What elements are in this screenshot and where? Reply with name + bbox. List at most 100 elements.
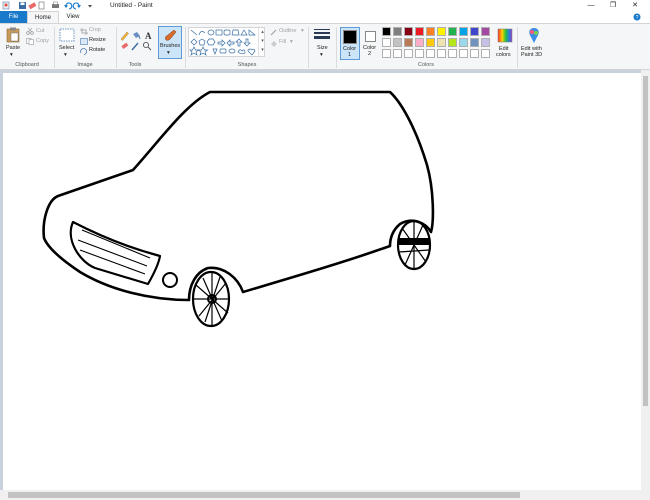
select-icon[interactable] [59, 28, 75, 42]
brushes-button[interactable]: Brushes ▾ [158, 26, 182, 59]
new-icon[interactable] [38, 1, 45, 10]
size-dropdown-icon[interactable]: ▾ [320, 52, 323, 59]
horizontal-scroll-thumb[interactable] [8, 492, 520, 498]
crop-button[interactable]: Crop [89, 27, 101, 34]
palette-swatch[interactable] [459, 38, 468, 47]
shapes-gallery[interactable]: ▴ ▾ ▾ [188, 27, 265, 57]
palette-swatch[interactable] [393, 49, 402, 58]
select-dropdown-icon[interactable]: ▾ [64, 52, 67, 59]
svg-text:?: ? [636, 15, 639, 21]
help-icon[interactable]: ? [632, 13, 642, 21]
resize-icon [80, 38, 88, 45]
paint-app-icon [2, 1, 10, 10]
palette-swatch[interactable] [426, 38, 435, 47]
color1-button[interactable]: Color 1 [340, 27, 360, 60]
palette-swatch[interactable] [437, 27, 446, 36]
size-icon[interactable] [313, 28, 331, 42]
rotate-button[interactable]: Rotate [89, 47, 105, 54]
cut-button[interactable]: Cut [36, 28, 45, 35]
paint3d-icon[interactable] [527, 27, 541, 44]
palette-swatch[interactable] [437, 49, 446, 58]
color1-number: 1 [348, 52, 352, 58]
palette-swatch[interactable] [404, 38, 413, 47]
drawing-canvas[interactable] [3, 73, 641, 490]
palette-swatch[interactable] [382, 49, 391, 58]
paste-dropdown-icon[interactable]: ▾ [10, 52, 13, 59]
tab-file[interactable]: File [0, 11, 27, 23]
palette-swatch[interactable] [481, 27, 490, 36]
eraser-icon[interactable] [121, 42, 129, 49]
palette-swatch[interactable] [448, 49, 457, 58]
palette-swatch[interactable] [470, 38, 479, 47]
crop-icon [80, 28, 88, 35]
palette-swatch[interactable] [437, 38, 446, 47]
resize-button[interactable]: Resize [89, 37, 106, 44]
fill-icon[interactable] [133, 32, 141, 40]
paste-icon[interactable] [6, 27, 20, 43]
scissors-icon [26, 28, 34, 35]
palette-swatch[interactable] [404, 49, 413, 58]
ribbon-tabs: File Home View ? [0, 11, 650, 23]
eraser-qa-icon[interactable] [28, 2, 37, 10]
maximize-button[interactable]: ❐ [602, 0, 624, 11]
outline-button[interactable]: Outline [279, 28, 296, 35]
palette-swatch[interactable] [470, 27, 479, 36]
palette-swatch[interactable] [459, 27, 468, 36]
palette-swatch[interactable] [382, 27, 391, 36]
outline-dropdown-icon[interactable]: ▾ [301, 28, 304, 35]
ribbon: Paste ▾ Cut Copy Clipboard Select ▾ Crop… [0, 23, 650, 70]
magnifier-icon[interactable] [142, 41, 152, 51]
vertical-scrollbar[interactable] [641, 70, 650, 490]
palette-swatch[interactable] [459, 49, 468, 58]
text-icon[interactable]: A [145, 31, 152, 41]
color-picker-icon[interactable] [131, 42, 139, 51]
redo-icon[interactable] [72, 2, 81, 10]
copy-button[interactable]: Copy [36, 38, 49, 45]
quick-access-toolbar[interactable] [2, 1, 98, 10]
undo-icon[interactable] [64, 2, 73, 10]
paste-label[interactable]: Paste [6, 45, 20, 52]
palette-swatch[interactable] [382, 38, 391, 47]
palette-swatch[interactable] [393, 27, 402, 36]
tab-view[interactable]: View [59, 11, 87, 23]
customize-dropdown-icon[interactable] [88, 5, 92, 8]
palette-swatch[interactable] [470, 49, 479, 58]
size-label[interactable]: Size [317, 45, 328, 52]
save-icon[interactable] [19, 2, 26, 9]
color2-swatch [365, 31, 376, 42]
pencil-icon[interactable] [120, 31, 129, 41]
paint3d-label-bottom[interactable]: Paint 3D [521, 52, 542, 59]
left-arrow-shape-icon [226, 39, 235, 47]
palette-swatch[interactable] [481, 38, 490, 47]
palette-swatch[interactable] [415, 27, 424, 36]
shapes-scroll[interactable]: ▴ ▾ ▾ [258, 28, 266, 56]
palette-swatch[interactable] [393, 38, 402, 47]
divider [308, 27, 309, 68]
palette-swatch[interactable] [426, 49, 435, 58]
edit-colors-label-bottom[interactable]: colors [496, 52, 511, 59]
palette-swatch[interactable] [415, 38, 424, 47]
palette-swatch[interactable] [404, 27, 413, 36]
palette-swatch[interactable] [481, 49, 490, 58]
palette-swatch[interactable] [426, 27, 435, 36]
fill-button[interactable]: Fill [279, 39, 286, 46]
palette-swatch[interactable] [415, 49, 424, 58]
close-button[interactable]: ✕ [624, 0, 646, 11]
scroll-corner [641, 490, 650, 500]
car-body-outline [42, 90, 435, 302]
palette-swatch[interactable] [448, 38, 457, 47]
heart-shape-icon [247, 48, 256, 56]
rear-wheel [396, 219, 432, 271]
minimize-button[interactable]: — [580, 0, 602, 11]
cloud-callout-shape-icon [237, 49, 246, 55]
select-label[interactable]: Select [59, 45, 74, 52]
palette-swatch[interactable] [448, 27, 457, 36]
tab-home[interactable]: Home [27, 11, 59, 23]
vertical-scroll-thumb[interactable] [643, 76, 648, 406]
print-icon[interactable] [52, 1, 59, 8]
horizontal-scrollbar[interactable] [0, 490, 641, 500]
callout-rect-shape-icon [219, 48, 227, 54]
edit-colors-icon[interactable] [497, 28, 513, 43]
color2-button[interactable]: Color 2 [362, 27, 380, 60]
fill-dropdown-icon[interactable]: ▾ [290, 39, 293, 46]
